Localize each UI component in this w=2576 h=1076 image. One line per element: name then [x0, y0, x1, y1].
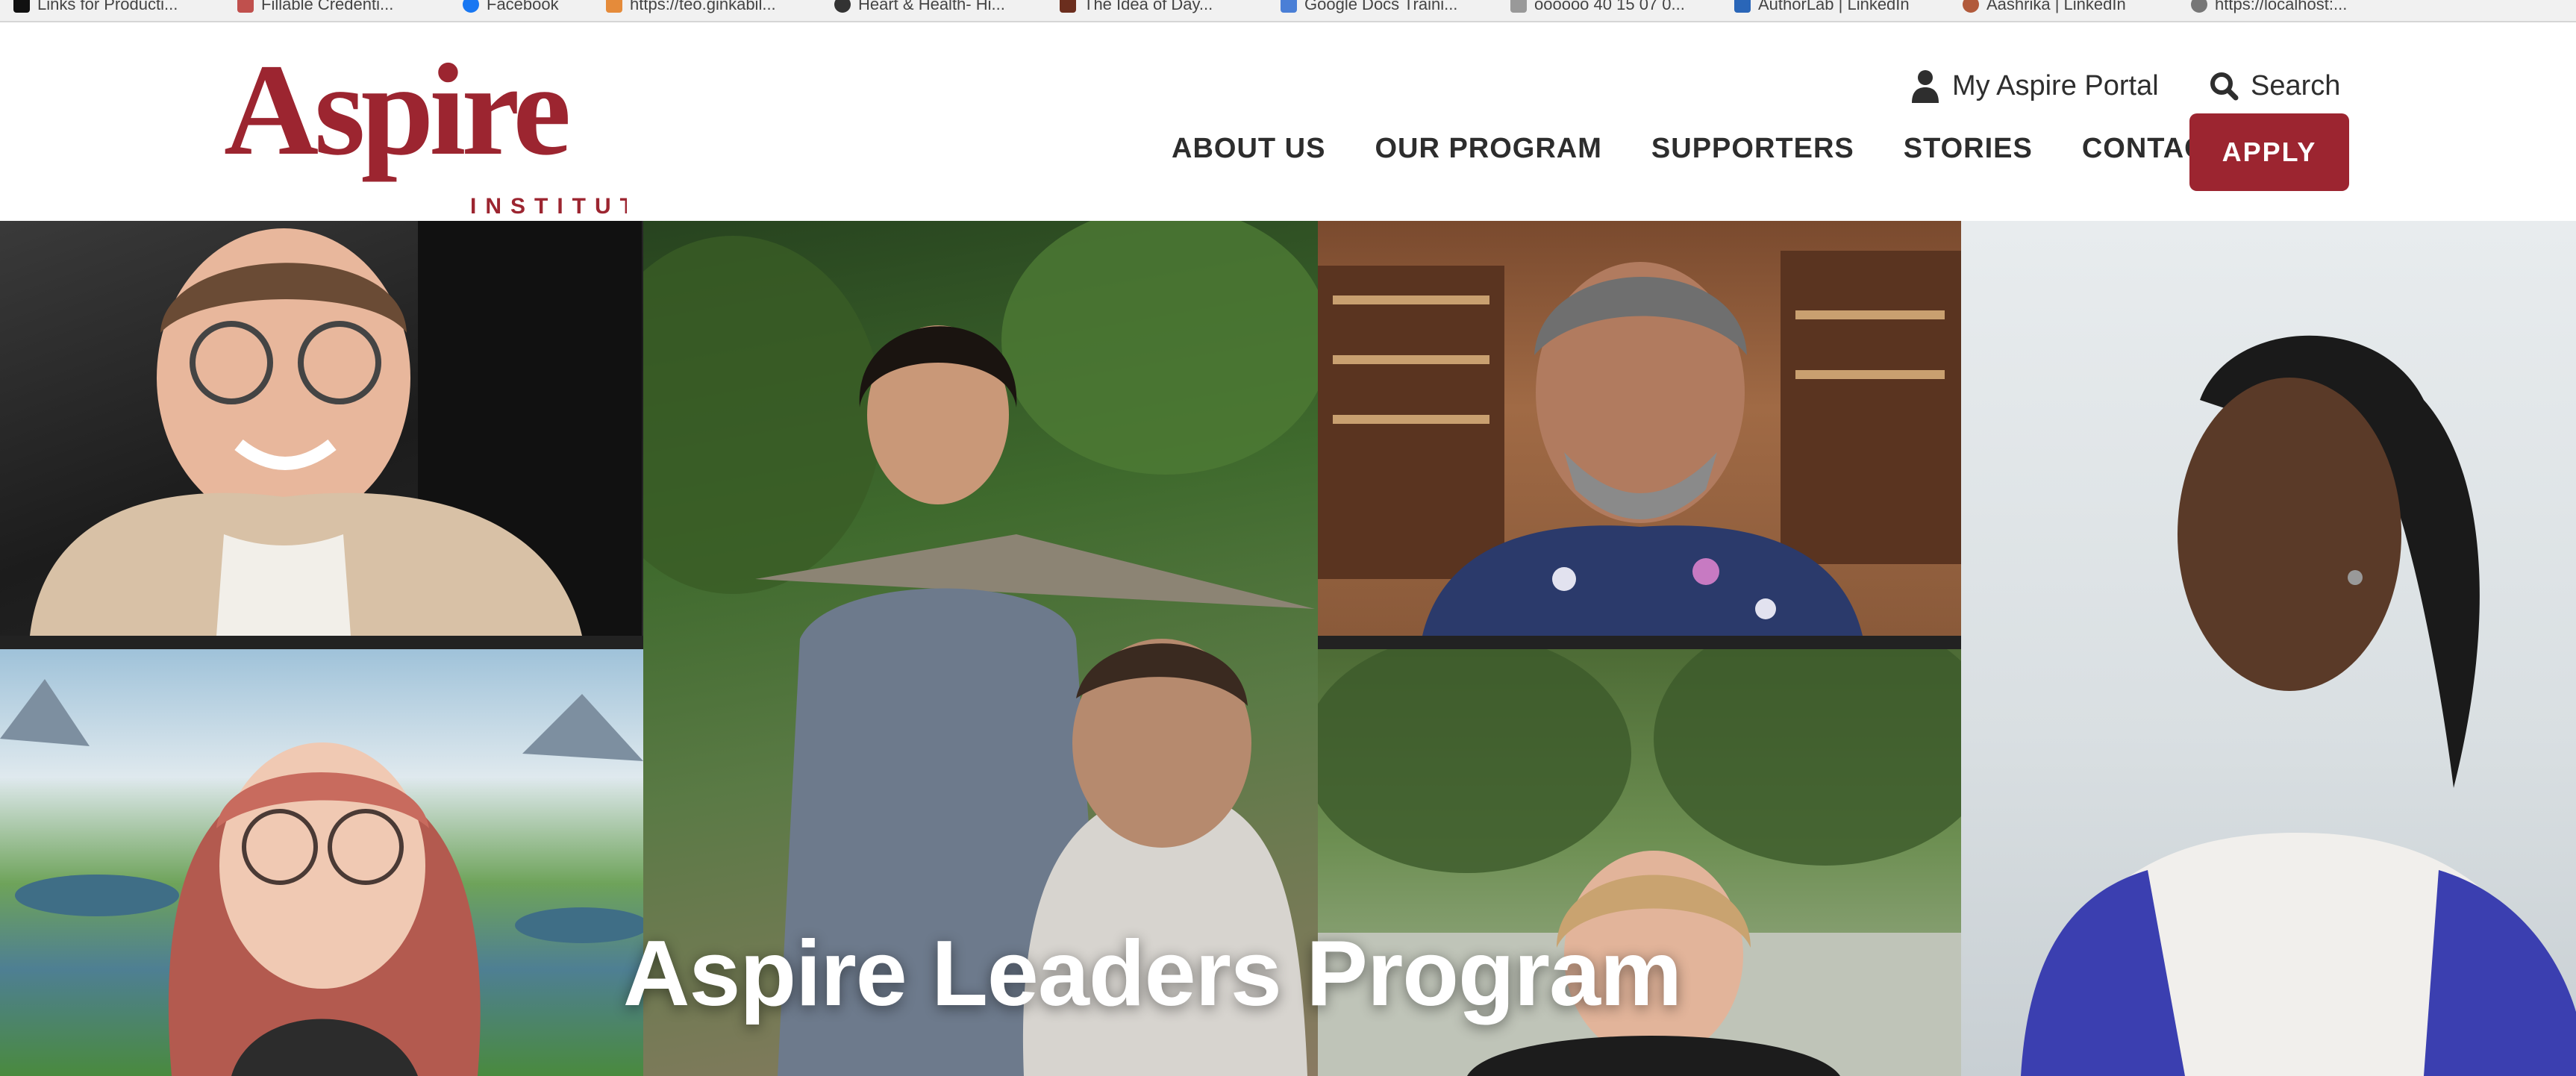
- hero-photo-man-glasses: [0, 221, 643, 636]
- avatar-icon: [1963, 0, 1979, 13]
- person-illustration: [1318, 251, 1961, 636]
- bookmark-item[interactable]: https://teo.ginkabil...: [606, 0, 776, 15]
- hero-photo-man-library: [1318, 221, 1961, 636]
- linkedin-icon: [1734, 0, 1751, 13]
- bookmark-favicon-icon: [1060, 0, 1076, 13]
- main-nav: ABOUT US OUR PROGRAM SUPPORTERS STORIES …: [1172, 133, 2273, 165]
- site-header: Aspire INSTITUTE My Aspire Portal Search…: [0, 22, 2576, 221]
- person-illustration: [30, 221, 642, 636]
- bookmark-favicon-icon: [13, 0, 30, 13]
- bookmark-item[interactable]: Facebook: [463, 0, 559, 15]
- nav-our-program[interactable]: OUR PROGRAM: [1375, 133, 1601, 165]
- bookmark-item[interactable]: Heart & Health- Hi...: [834, 0, 1005, 15]
- hero-title-text: Aspire Leaders Program: [622, 922, 1682, 1025]
- portal-label: My Aspire Portal: [1952, 69, 2159, 101]
- bookmark-favicon-icon: [606, 0, 622, 13]
- bookmark-item[interactable]: Aashrika | LinkedIn: [1963, 0, 2126, 15]
- nav-stories[interactable]: STORIES: [1904, 133, 2033, 165]
- globe-icon: [2191, 0, 2207, 13]
- nav-about-us[interactable]: ABOUT US: [1172, 133, 1325, 165]
- bookmark-item[interactable]: Google Docs Traini...: [1281, 0, 1457, 15]
- document-icon: [1510, 0, 1527, 13]
- hero-title: Aspire Leaders Program: [0, 921, 2576, 1027]
- apply-button[interactable]: APPLY: [2189, 113, 2349, 191]
- search-label: Search: [2251, 69, 2341, 101]
- aspire-logo[interactable]: Aspire INSTITUTE: [224, 37, 657, 219]
- logo-wordmark: Aspire: [224, 48, 568, 183]
- bookmark-item[interactable]: Fillable Credenti...: [237, 0, 393, 15]
- nav-supporters[interactable]: SUPPORTERS: [1651, 133, 1854, 165]
- bookmark-favicon-icon: [237, 0, 254, 13]
- bookmarks-bar: Links for Producti... Fillable Credenti.…: [0, 0, 2576, 22]
- bookmark-item[interactable]: oooooo 40 15 07 0...: [1510, 0, 1685, 15]
- bookmark-item[interactable]: Links for Producti...: [13, 0, 178, 15]
- bookmark-item[interactable]: AuthorLab | LinkedIn: [1734, 0, 1910, 15]
- search-icon: [2210, 72, 2239, 101]
- bookmark-item[interactable]: The Idea of Day...: [1060, 0, 1213, 15]
- user-icon: [1912, 70, 1939, 103]
- hero-banner: Aspire Leaders Program: [0, 221, 2576, 1076]
- search-link[interactable]: Search: [2209, 69, 2340, 103]
- aspire-logo-mark: Aspire INSTITUTE: [224, 37, 657, 219]
- google-docs-icon: [1281, 0, 1297, 13]
- facebook-icon: [463, 0, 479, 13]
- github-icon: [834, 0, 851, 13]
- bookmark-item[interactable]: https://localhost:...: [2191, 0, 2347, 15]
- my-aspire-portal-link[interactable]: My Aspire Portal: [1910, 69, 2159, 103]
- logo-subtitle: INSTITUTE: [470, 194, 627, 219]
